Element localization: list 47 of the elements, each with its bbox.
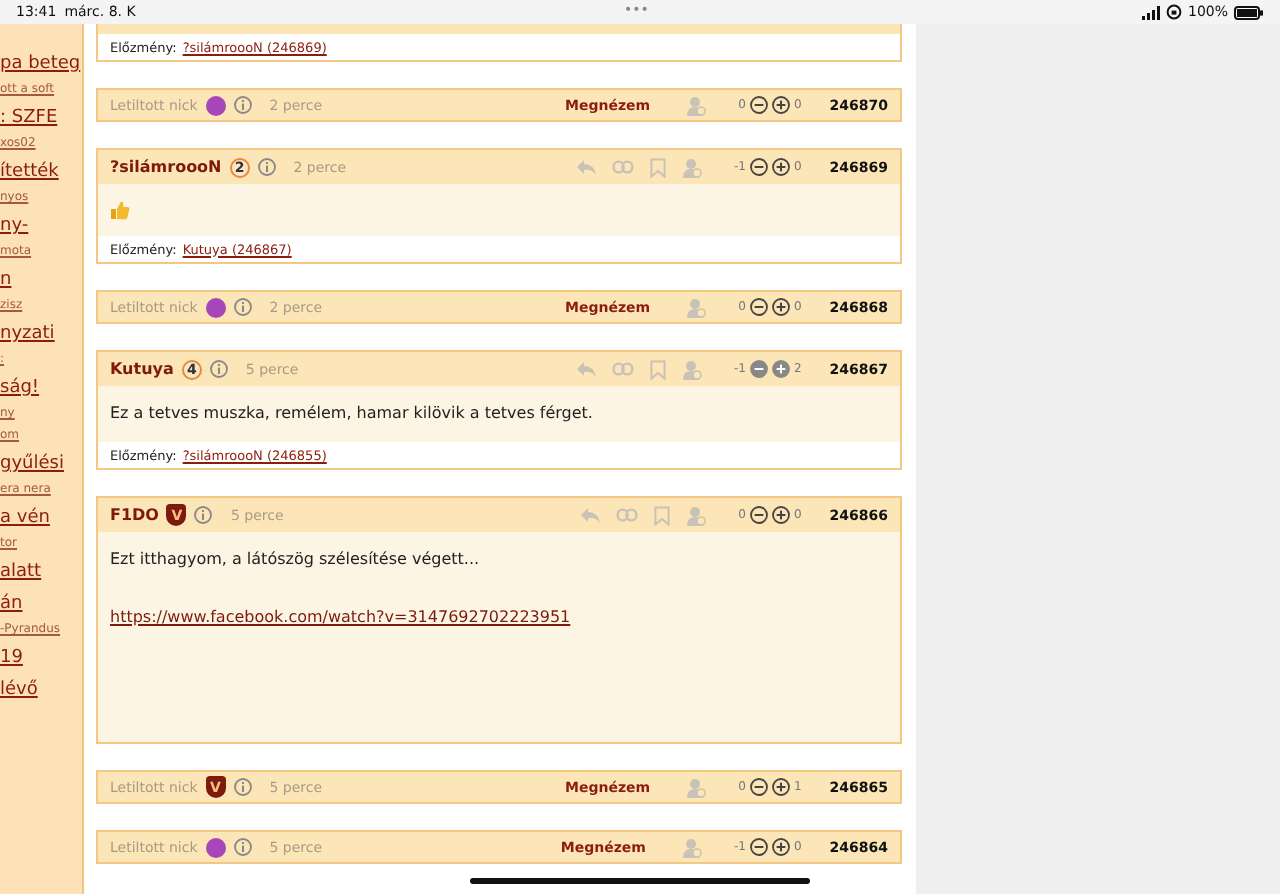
rotation-lock-icon <box>1165 4 1182 20</box>
minus-icon[interactable] <box>749 838 768 856</box>
minus-icon[interactable] <box>749 778 768 796</box>
topic-link[interactable]: ítették <box>0 162 82 184</box>
minus-icon[interactable] <box>749 158 768 176</box>
info-icon[interactable] <box>194 506 213 524</box>
battery-icon <box>1234 5 1264 19</box>
topic-link[interactable]: gyűlési <box>0 454 82 476</box>
minus-icon[interactable] <box>749 298 768 316</box>
topic-link[interactable]: 19 <box>0 648 82 670</box>
author-name[interactable]: Kutuya <box>110 360 174 378</box>
plus-icon[interactable] <box>771 778 790 796</box>
info-icon[interactable] <box>209 360 228 378</box>
topic-link[interactable]: án <box>0 594 82 616</box>
topic-link[interactable]: alatt <box>0 562 82 584</box>
avatar-icon <box>205 95 226 115</box>
topic-link[interactable]: pa beteg <box>0 54 82 76</box>
avatar-icon <box>205 297 226 317</box>
info-icon[interactable] <box>233 96 252 114</box>
plus-icon[interactable] <box>771 506 790 524</box>
thumbs-up-icon <box>110 200 130 220</box>
author-name[interactable]: ?silámroooN <box>110 158 222 176</box>
minus-icon[interactable] <box>749 506 768 524</box>
signal-icon <box>1141 5 1160 19</box>
plus-icon[interactable] <box>771 298 790 316</box>
info-icon[interactable] <box>233 838 252 856</box>
author-name[interactable]: F1DO <box>110 506 159 524</box>
plus-icon[interactable] <box>771 96 790 114</box>
topic-link[interactable]: nyzati <box>0 324 82 346</box>
topic-link[interactable]: lévő <box>0 680 82 702</box>
topic-link[interactable]: ny- <box>0 216 82 238</box>
info-icon[interactable] <box>233 778 252 796</box>
plus-icon[interactable] <box>771 838 790 856</box>
topic-link[interactable]: : SZFE <box>0 108 82 130</box>
avatar-icon <box>205 837 226 857</box>
minus-icon[interactable] <box>749 96 768 114</box>
post-text: Ezt itthagyom, a látószög szélesítése végett... <box>110 548 482 572</box>
info-icon[interactable] <box>257 158 276 176</box>
post-text: Ez a tetves muszka, remélem, hamar kilövik a tetves férget. <box>110 402 595 426</box>
topic-link[interactable]: a vén <box>0 508 82 530</box>
plus-icon[interactable] <box>771 360 790 378</box>
plus-icon[interactable] <box>771 158 790 176</box>
post-link[interactable]: https://www.facebook.com/watch?v=3147692702223951 <box>110 606 888 630</box>
info-icon[interactable] <box>233 298 252 316</box>
minus-icon[interactable] <box>749 360 768 378</box>
topic-link[interactable]: ság! <box>0 378 82 400</box>
topic-link[interactable]: n <box>0 270 82 292</box>
